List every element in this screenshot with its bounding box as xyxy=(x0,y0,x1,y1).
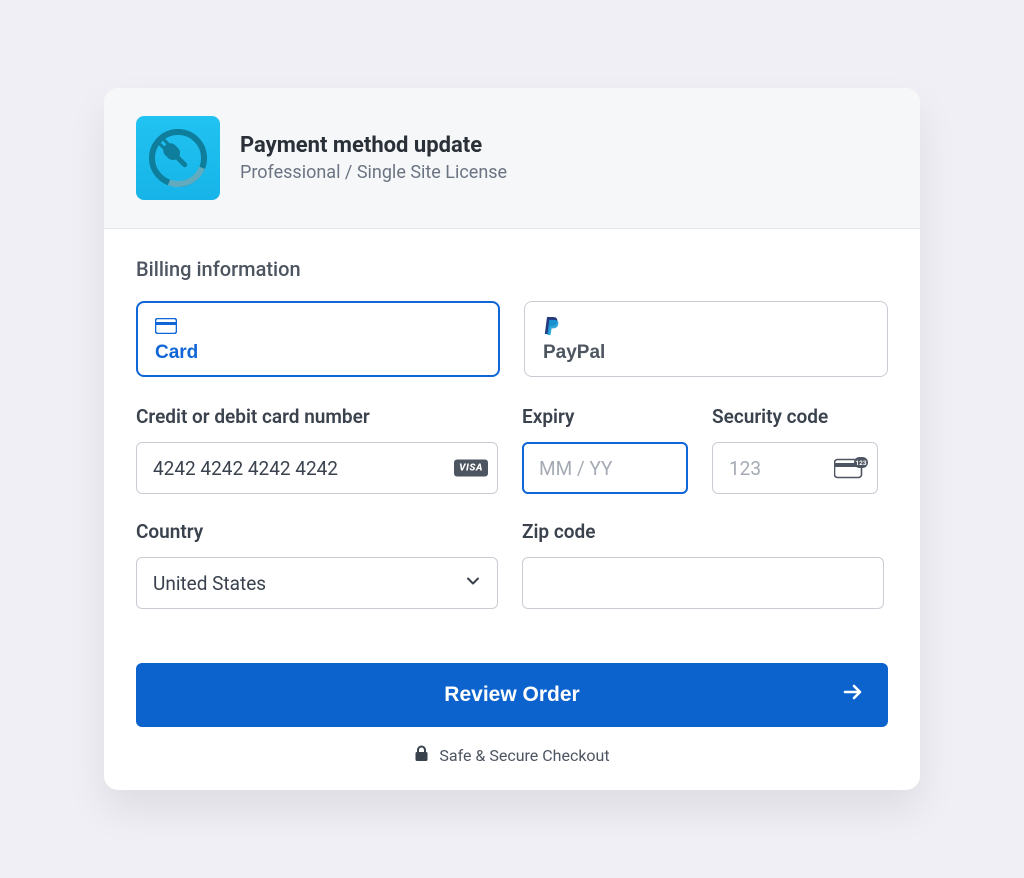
payment-method-paypal-label: PayPal xyxy=(543,342,869,364)
expiry-field: Expiry xyxy=(522,405,688,494)
product-logo xyxy=(136,116,220,200)
page-title: Payment method update xyxy=(240,133,507,158)
review-order-label: Review Order xyxy=(444,683,579,707)
cvc-icon: 123 xyxy=(834,457,868,479)
secure-checkout-row: Safe & Secure Checkout xyxy=(136,745,888,766)
review-order-button[interactable]: Review Order xyxy=(136,663,888,727)
country-field: Country xyxy=(136,520,498,609)
card-number-field: Credit or debit card number VISA xyxy=(136,405,498,494)
billing-section-title: Billing information xyxy=(136,257,888,281)
payment-method-card-label: Card xyxy=(155,342,481,364)
security-code-label: Security code xyxy=(712,405,878,428)
header-text: Payment method update Professional / Sin… xyxy=(240,133,507,183)
card-header: Payment method update Professional / Sin… xyxy=(104,88,920,229)
zip-label: Zip code xyxy=(522,520,884,543)
payment-card: Payment method update Professional / Sin… xyxy=(104,88,920,790)
expiry-label: Expiry xyxy=(522,405,688,428)
card-brand-badge: VISA xyxy=(454,460,488,477)
arrow-right-icon xyxy=(840,679,866,711)
card-number-input[interactable] xyxy=(136,442,498,494)
country-select[interactable] xyxy=(136,557,498,609)
card-fields-row: Credit or debit card number VISA Expiry … xyxy=(136,405,888,494)
card-icon xyxy=(155,318,177,334)
address-row: Country Zip code xyxy=(136,520,888,609)
payment-method-card[interactable]: Card xyxy=(136,301,500,377)
card-body: Billing information Card xyxy=(104,229,920,790)
plug-icon xyxy=(146,126,210,190)
lock-icon xyxy=(414,745,429,766)
paypal-icon xyxy=(543,316,561,336)
secure-checkout-text: Safe & Secure Checkout xyxy=(439,746,609,765)
payment-method-row: Card PayPal xyxy=(136,301,888,377)
svg-text:123: 123 xyxy=(855,459,866,467)
expiry-input[interactable] xyxy=(522,442,688,494)
card-number-label: Credit or debit card number xyxy=(136,405,498,428)
zip-input[interactable] xyxy=(522,557,884,609)
security-code-field: Security code 123 xyxy=(712,405,878,494)
page-subtitle: Professional / Single Site License xyxy=(240,162,507,183)
payment-method-paypal[interactable]: PayPal xyxy=(524,301,888,377)
country-label: Country xyxy=(136,520,498,543)
zip-field: Zip code xyxy=(522,520,884,609)
